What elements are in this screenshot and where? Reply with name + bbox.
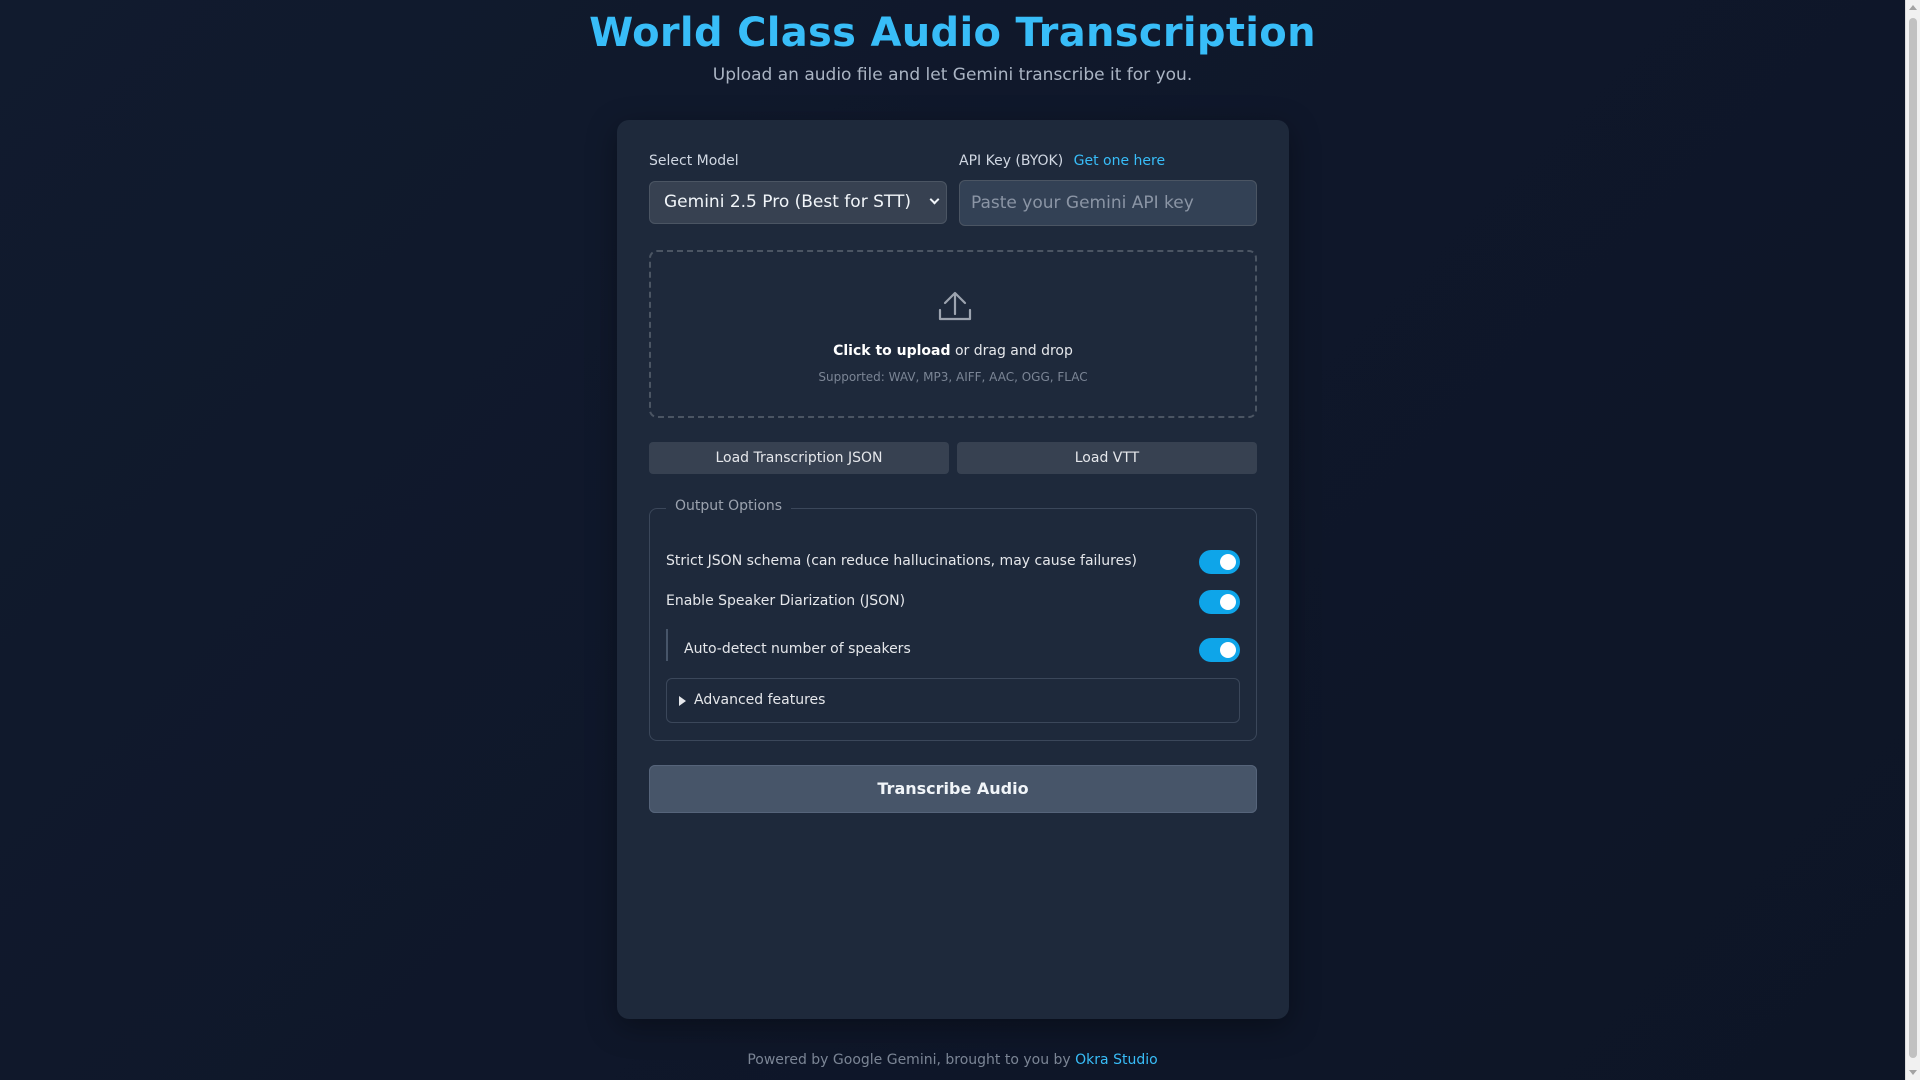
click-to-upload-text[interactable]: Click to upload bbox=[833, 343, 950, 359]
scroll-up-icon[interactable] bbox=[1909, 5, 1917, 10]
auto-detect-speakers-toggle[interactable] bbox=[1199, 638, 1240, 662]
api-key-label: API Key (BYOK) Get one here bbox=[959, 153, 1165, 169]
drag-drop-text: or drag and drop bbox=[950, 343, 1073, 359]
model-select[interactable]: Gemini 2.5 Pro (Best for STT) bbox=[649, 181, 947, 224]
speaker-diarization-toggle[interactable] bbox=[1199, 590, 1240, 614]
select-model-label: Select Model bbox=[649, 153, 739, 169]
page: World Class Audio Transcription Upload a… bbox=[0, 0, 1905, 1080]
strict-json-label: Strict JSON schema (can reduce hallucina… bbox=[666, 553, 1137, 569]
toggle-knob bbox=[1220, 642, 1236, 658]
load-vtt-button[interactable]: Load VTT bbox=[957, 442, 1257, 474]
chevron-down-icon bbox=[929, 194, 940, 205]
indent-bar bbox=[666, 629, 668, 661]
upload-dropzone[interactable]: Click to upload or drag and drop Support… bbox=[649, 250, 1257, 418]
upload-icon bbox=[938, 291, 972, 321]
scroll-down-icon[interactable] bbox=[1909, 1070, 1917, 1075]
output-options-legend: Output Options bbox=[666, 498, 792, 514]
transcribe-audio-button[interactable]: Transcribe Audio bbox=[649, 765, 1257, 813]
strict-json-toggle[interactable] bbox=[1199, 550, 1240, 574]
model-select-value: Gemini 2.5 Pro (Best for STT) bbox=[664, 192, 911, 212]
footer: Powered by Google Gemini, brought to you… bbox=[0, 1052, 1905, 1068]
page-title: World Class Audio Transcription bbox=[589, 10, 1316, 56]
advanced-features-label: Advanced features bbox=[694, 692, 826, 708]
auto-detect-speakers-label: Auto-detect number of speakers bbox=[684, 641, 911, 657]
supported-formats: Supported: WAV, MP3, AIFF, AAC, OGG, FLA… bbox=[818, 370, 1088, 384]
api-key-label-text: API Key (BYOK) bbox=[959, 153, 1064, 169]
transcription-card: Select Model Gemini 2.5 Pro (Best for ST… bbox=[617, 120, 1289, 1019]
load-transcription-json-button[interactable]: Load Transcription JSON bbox=[649, 442, 949, 474]
toggle-knob bbox=[1220, 554, 1236, 570]
advanced-features-details[interactable]: Advanced features bbox=[666, 678, 1240, 723]
okra-studio-link[interactable]: Okra Studio bbox=[1075, 1052, 1158, 1068]
vertical-scrollbar[interactable] bbox=[1905, 0, 1920, 1080]
page-subtitle: Upload an audio file and let Gemini tran… bbox=[712, 65, 1193, 85]
scrollbar-thumb[interactable] bbox=[1909, 18, 1917, 1058]
api-key-input[interactable] bbox=[959, 180, 1257, 226]
disclosure-triangle-icon bbox=[679, 696, 686, 706]
footer-text: Powered by Google Gemini, brought to you… bbox=[747, 1052, 1071, 1068]
toggle-knob bbox=[1220, 594, 1236, 610]
get-api-key-link[interactable]: Get one here bbox=[1074, 153, 1165, 169]
speaker-diarization-label: Enable Speaker Diarization (JSON) bbox=[666, 593, 906, 609]
output-options: Output Options Strict JSON schema (can r… bbox=[649, 498, 1257, 741]
upload-instructions: Click to upload or drag and drop bbox=[651, 343, 1255, 359]
